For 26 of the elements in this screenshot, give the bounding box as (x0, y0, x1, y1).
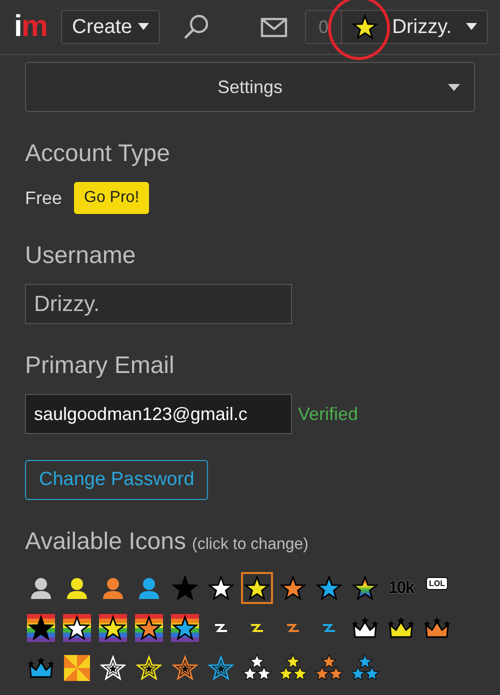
caret-icon (448, 84, 460, 92)
settings-dropdown[interactable]: Settings (25, 62, 475, 112)
user-menu-button[interactable]: Drizzy. (341, 10, 488, 44)
icon-label: 10k (388, 578, 414, 598)
section-heading: Account Type (25, 140, 171, 168)
logo[interactable]: im (14, 10, 48, 44)
create-button[interactable]: Create (61, 10, 160, 44)
username-field[interactable]: Drizzy. (25, 284, 292, 324)
speech-bubble-icon: LOL (426, 576, 448, 590)
caret-icon (138, 23, 150, 31)
star-icon (352, 14, 378, 40)
icon-option[interactable]: LOL (421, 572, 453, 604)
hint-text: (click to change) (192, 536, 308, 554)
plan-label: Free (25, 188, 62, 208)
go-pro-button[interactable]: Go Pro! (74, 182, 150, 214)
search-icon[interactable] (182, 13, 210, 41)
caret-icon (466, 23, 477, 31)
section-heading: Username (25, 242, 137, 270)
change-password-button[interactable]: Change Password (25, 460, 208, 500)
section-heading: Primary Email (25, 352, 176, 380)
icon-option[interactable] (61, 652, 93, 684)
sunburst-icon (64, 655, 90, 681)
section-heading: Available Icons (25, 528, 186, 556)
email-field[interactable]: saulgoodman123@gmail.c (25, 394, 292, 434)
verified-label: Verified (298, 404, 358, 424)
star-icon (352, 575, 378, 601)
